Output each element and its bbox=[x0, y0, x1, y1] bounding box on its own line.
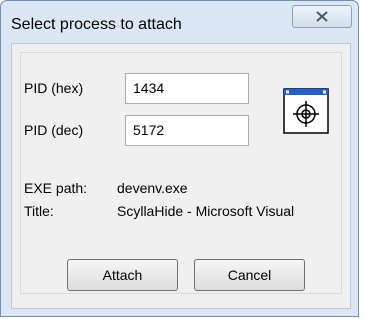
title-label: Title: bbox=[24, 203, 54, 219]
window-title: Select process to attach bbox=[11, 16, 182, 33]
pid-dec-field[interactable]: 5172 bbox=[125, 115, 249, 146]
dialog-window: Select process to attach bbox=[0, 0, 359, 317]
exe-path-value: devenv.exe bbox=[117, 180, 188, 196]
exe-path-label: EXE path: bbox=[24, 180, 88, 196]
attach-button[interactable]: Attach bbox=[67, 259, 178, 291]
pid-hex-field[interactable]: 1434 bbox=[125, 73, 249, 104]
cancel-button[interactable]: Cancel bbox=[194, 259, 305, 291]
title-value: ScyllaHide - Microsoft Visual bbox=[117, 203, 295, 219]
close-button[interactable] bbox=[292, 5, 352, 28]
close-icon bbox=[316, 11, 328, 22]
pid-dec-label: PID (dec) bbox=[24, 122, 84, 138]
crosshair-target-icon[interactable] bbox=[283, 88, 329, 134]
pid-hex-label: PID (hex) bbox=[24, 80, 84, 96]
